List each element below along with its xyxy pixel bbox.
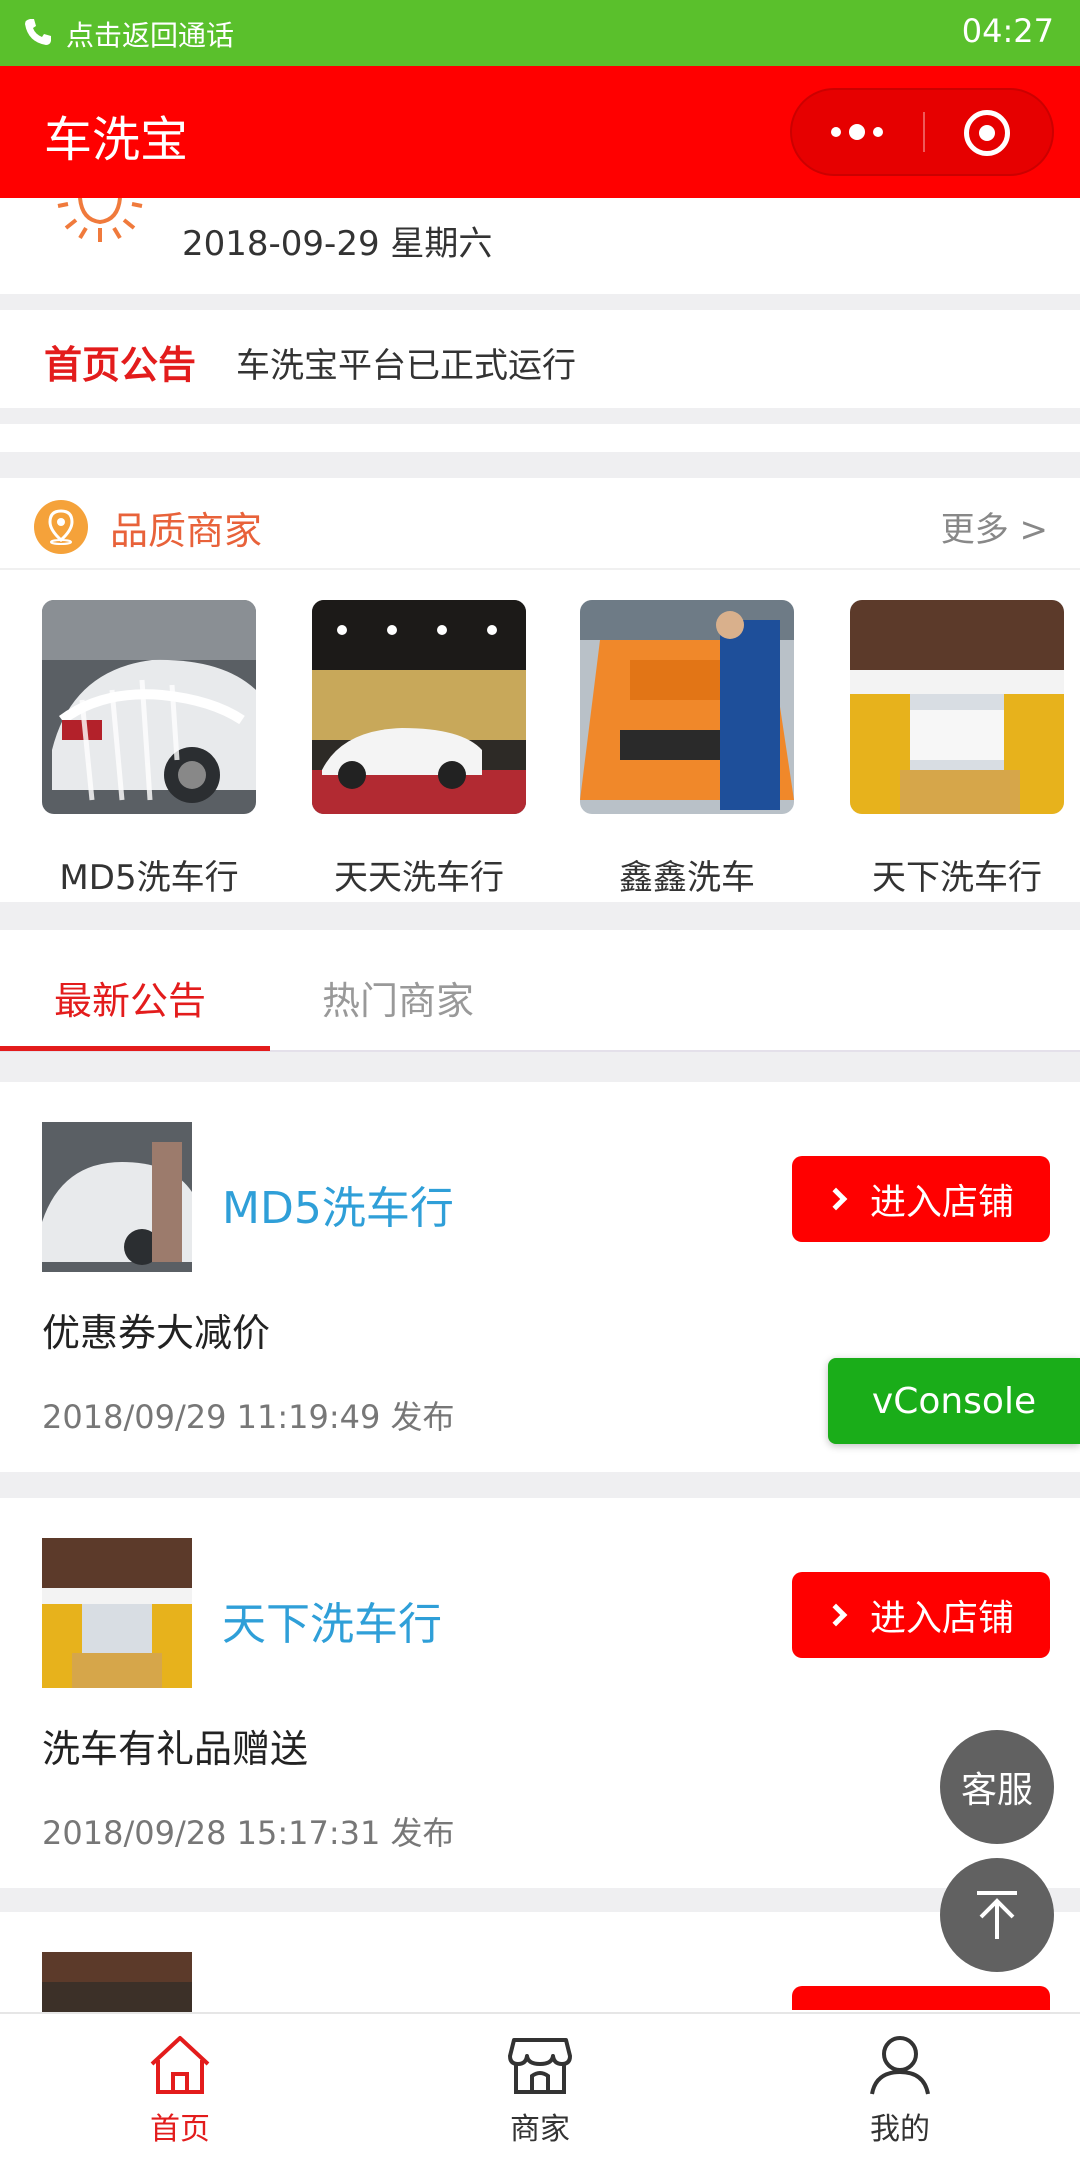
page-title: 车洗宝: [44, 112, 189, 168]
date-strip: 2018-09-29 星期六: [0, 198, 1080, 294]
close-miniprogram-icon[interactable]: [964, 110, 1010, 156]
merchant-card[interactable]: 天天洗车行: [312, 600, 526, 898]
status-time: 04:27: [961, 12, 1054, 50]
merchant-card[interactable]: 天下洗车行: [850, 600, 1064, 898]
more-dot-icon: [873, 127, 883, 137]
back-to-top-button[interactable]: [940, 1858, 1054, 1972]
store-name[interactable]: MD5洗车行: [222, 1172, 454, 1236]
sun-icon: [57, 198, 143, 242]
merchant-photo: [312, 600, 526, 814]
announcement-time: 2018/09/29 11:19:49 发布: [42, 1398, 455, 1436]
more-menu-button[interactable]: [792, 90, 922, 174]
home-notice[interactable]: 首页公告 车洗宝平台已正式运行: [0, 310, 1080, 408]
miniprogram-capsule: [790, 88, 1054, 176]
merchant-name: 鑫鑫洗车: [619, 858, 755, 898]
banner-placeholder: [0, 424, 1080, 452]
more-dot-icon: [831, 127, 841, 137]
store-icon: [508, 2038, 572, 2094]
current-date: 2018-09-29 星期六: [182, 224, 493, 264]
merchant-name: MD5洗车行: [59, 858, 239, 898]
tab-label: 首页: [150, 2112, 210, 2147]
more-dot-icon: [849, 124, 865, 140]
store-thumbnail[interactable]: [42, 1538, 192, 1688]
announcement-text: 优惠券大减价: [42, 1311, 271, 1355]
announcement-text: 洗车有礼品赠送: [42, 1727, 309, 1771]
store-thumbnail[interactable]: [42, 1122, 192, 1272]
tab-label: 商家: [510, 2112, 570, 2147]
merchant-photo: [580, 600, 794, 814]
section-header: 品质商家 更多 >: [0, 478, 1080, 570]
capsule-divider: [923, 112, 925, 152]
return-to-call-text[interactable]: 点击返回通话: [66, 14, 234, 54]
tab-popular-merchants[interactable]: 热门商家: [322, 970, 474, 1025]
store-thumbnail[interactable]: [42, 1952, 192, 2012]
section-title: 品质商家: [110, 509, 263, 553]
merchant-photo: [42, 600, 256, 814]
enter-store-button[interactable]: 进入店铺: [792, 1572, 1050, 1658]
notice-text: 车洗宝平台已正式运行: [236, 346, 576, 386]
vconsole-button[interactable]: vConsole: [828, 1358, 1080, 1444]
announcement-time: 2018/09/28 15:17:31 发布: [42, 1814, 455, 1852]
merchant-name: 天下洗车行: [872, 858, 1042, 898]
bottom-tab-bar: 首页 商家 我的: [0, 2012, 1080, 2160]
merchant-name: 天天洗车行: [334, 858, 504, 898]
nav-bar: 车洗宝: [0, 66, 1080, 198]
enter-store-label: 进入店铺: [869, 1182, 1014, 1223]
tab-label: 我的: [870, 2112, 930, 2147]
content-tabs: 最新公告 热门商家: [0, 930, 1080, 1052]
tab-home[interactable]: 首页: [100, 2032, 260, 2148]
user-icon: [870, 2036, 930, 2095]
arrow-up-icon: [977, 1891, 1017, 1939]
home-icon: [150, 2036, 210, 2094]
announcement-card: 天下洗车行 进入店铺 洗车有礼品赠送 2018/09/28 15:17:31 发…: [0, 1498, 1080, 1888]
enter-store-button[interactable]: 进入店铺: [792, 1156, 1050, 1242]
customer-service-button[interactable]: 客服: [940, 1730, 1054, 1844]
more-link[interactable]: 更多 >: [941, 502, 1048, 551]
status-bar: 点击返回通话 04:27: [0, 0, 1080, 66]
merchant-photo: [850, 600, 1064, 814]
tab-merchants[interactable]: 商家: [460, 2032, 620, 2148]
tab-mine[interactable]: 我的: [820, 2032, 980, 2148]
notice-label: 首页公告: [44, 343, 197, 387]
phone-icon[interactable]: [22, 16, 54, 48]
chevron-right-icon: [824, 1187, 848, 1211]
store-name[interactable]: 天下洗车行: [222, 1588, 442, 1652]
merchant-card[interactable]: 鑫鑫洗车: [580, 600, 794, 898]
enter-store-button[interactable]: [792, 1986, 1050, 2010]
tab-latest-announcements[interactable]: 最新公告: [54, 970, 206, 1025]
merchant-card[interactable]: MD5洗车行: [42, 600, 256, 898]
quality-merchants-section: 品质商家 更多 > MD5洗车行 天天洗车行 鑫鑫洗车 天下洗车行: [0, 478, 1080, 902]
enter-store-label: 进入店铺: [869, 1598, 1014, 1639]
location-pin-icon: [34, 500, 88, 554]
chevron-right-icon: [824, 1603, 848, 1627]
active-tab-indicator: [0, 1046, 270, 1051]
